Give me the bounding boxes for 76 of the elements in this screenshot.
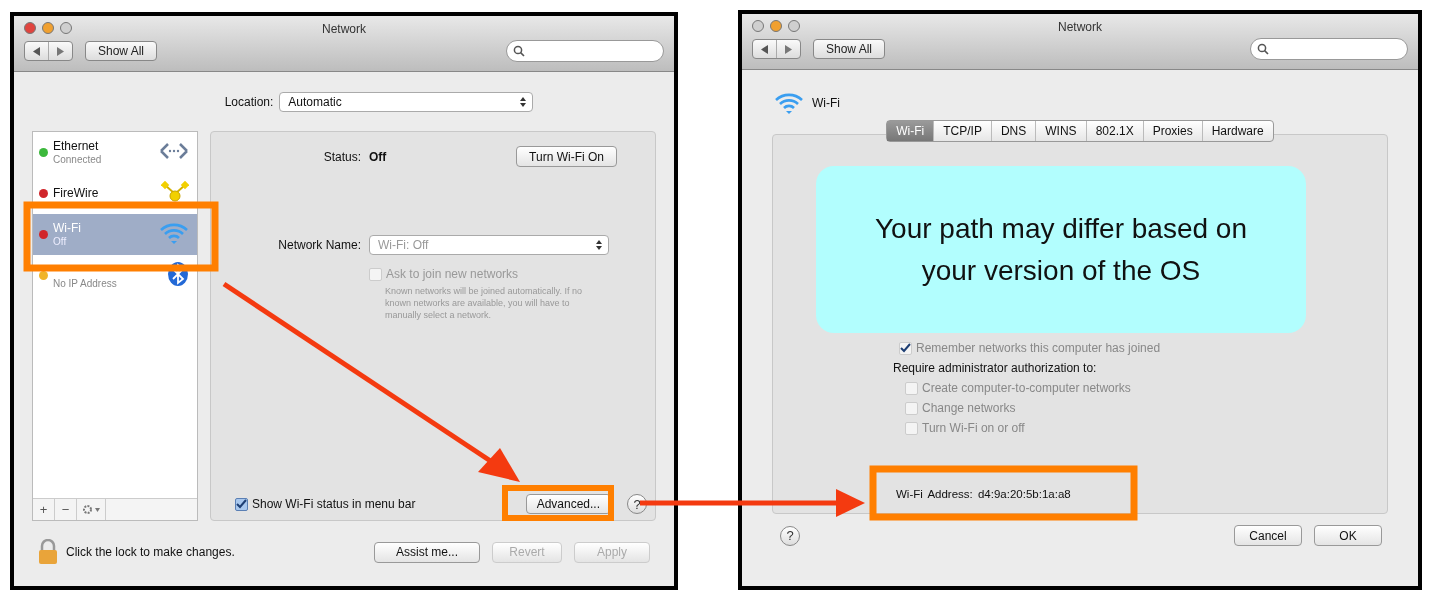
ethernet-icon [159,141,189,161]
show-all-button[interactable]: Show All [85,41,158,61]
list-tool-button[interactable]: + [33,499,55,520]
lock-icon [38,539,58,565]
window-control[interactable] [788,20,800,32]
back-forward-control[interactable] [752,39,801,59]
window-control[interactable] [24,22,36,34]
address-value: d4:9a:20:5b:1a:a8 [977,488,1071,500]
show-all-button[interactable]: Show All [813,39,886,59]
tab[interactable]: 802.1X [1086,121,1144,141]
service-status: No IP Address [53,277,118,290]
checkbox[interactable] [235,497,248,511]
window-control[interactable] [60,22,72,34]
turn-on-button[interactable]: Turn Wi-Fi On [516,146,617,167]
location-dropdown[interactable]: Automatic [279,92,534,112]
network-name-label: Network Name: [277,238,361,252]
tab[interactable]: DNS [991,121,1037,141]
footer-button[interactable]: Assist me... [374,541,480,563]
note-callout: Your path may differ based on your version of the OS [816,166,1306,333]
dialog-button[interactable]: OK [1314,525,1382,546]
checkbox-label: Remember networks this computer has joined [916,341,1161,355]
hint-text: Known networks will be joined automatically. If no known networks are available, you will have to manually select a network. [385,285,583,321]
search-icon [513,45,525,57]
checkbox-label: Show Wi-Fi status in menu bar [252,497,416,511]
status-label: Status: [322,149,361,164]
firewire-icon [161,181,189,203]
help-button[interactable]: ? [627,494,647,514]
settings-icon [82,504,93,515]
back-icon[interactable] [761,45,768,54]
checkbox[interactable] [905,401,918,415]
updown-icon [596,240,602,250]
checkbox-label: Ask to join new networks [386,267,519,281]
checkbox-label: Create computer-to-computer networks [922,381,1131,395]
service-name: Ethernet [53,139,100,153]
search-field[interactable] [1250,38,1408,60]
tab[interactable]: Proxies [1143,121,1203,141]
address-label: Wi-Fi Address: [896,488,973,500]
caret-icon [95,507,100,512]
help-button[interactable]: ? [780,525,800,546]
checkbox-label: Turn Wi-Fi on or off [922,421,1025,435]
list-tool-button[interactable]: − [55,499,77,520]
forward-icon[interactable] [57,47,64,56]
window-control[interactable] [770,20,782,32]
back-forward-control[interactable] [24,41,73,61]
location-label: Location: [224,95,274,109]
tab[interactable]: Hardware [1202,121,1273,141]
window-control[interactable] [752,20,764,32]
advanced-button[interactable]: Advanced... [525,494,611,514]
service-status: Connected [53,152,103,166]
search-field[interactable] [506,40,664,62]
lock-text: Click the lock to make changes. [66,545,235,559]
back-icon[interactable] [33,47,40,56]
tab[interactable]: WINS [1036,121,1087,141]
service-item[interactable]: No IP Address [33,255,197,296]
service-name: FireWire [53,187,100,200]
checkbox[interactable] [905,421,918,435]
window-control[interactable] [42,22,54,34]
dialog-button[interactable]: Cancel [1234,525,1302,546]
service-status: Off [53,234,68,248]
window-title: Network [322,22,366,36]
tab[interactable]: TCP/IP [934,121,992,141]
wifi-icon [159,221,189,245]
section-label: Require administrator authorization to: [893,361,1097,375]
bluetooth-icon [167,261,189,287]
checkbox-label: Change networks [922,401,1016,415]
status-value: Off [369,149,387,164]
forward-icon[interactable] [785,45,792,54]
wifi-icon [774,91,804,115]
window-title: Network [1058,20,1102,34]
service-item[interactable]: Ethernet Connected [33,132,197,173]
search-icon [1257,43,1269,55]
service-name: Wi-Fi [812,96,840,110]
checkbox[interactable] [905,381,918,395]
updown-icon [520,97,527,107]
service-item[interactable]: FireWire [33,173,197,214]
service-name: Wi-Fi [53,221,82,235]
